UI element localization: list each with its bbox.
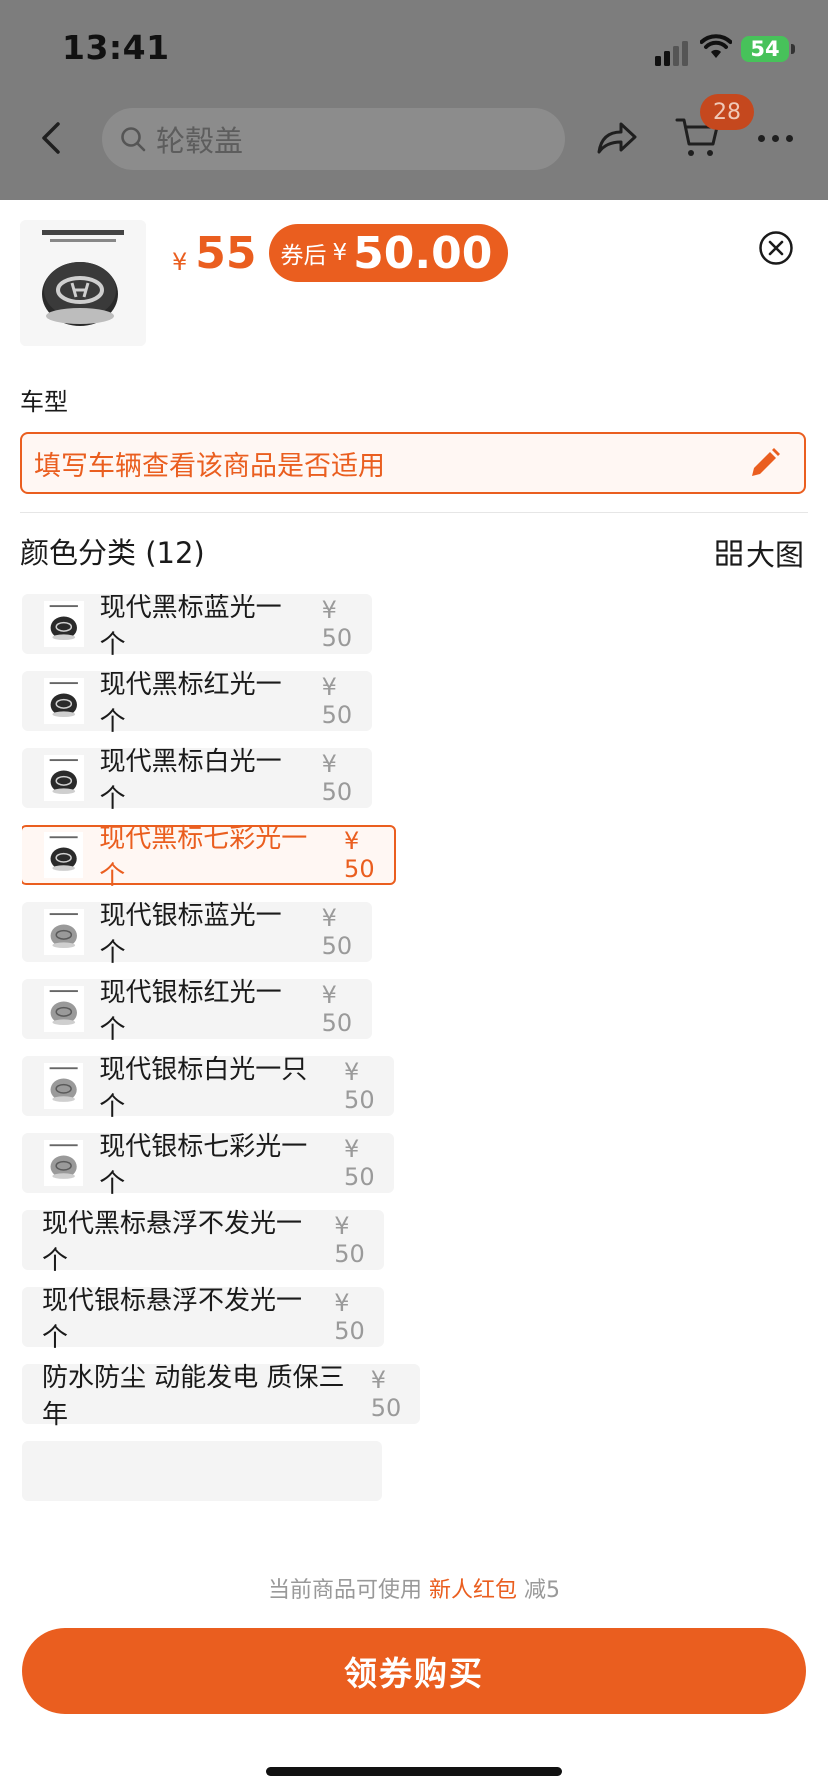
car-model-field[interactable]: 填写车辆查看该商品是否适用 <box>20 432 806 494</box>
option-thumbnail <box>44 909 84 955</box>
share-icon[interactable] <box>595 118 639 158</box>
search-placeholder: 轮毂盖 <box>156 124 244 158</box>
color-option[interactable]: 现代黑标红光一个 ¥ 50 <box>22 670 372 737</box>
big-image-label: 大图 <box>746 538 805 572</box>
battery-tip <box>791 44 795 54</box>
option-thumbnail <box>44 1063 84 1109</box>
color-category-title: 颜色分类 (12) <box>20 536 205 570</box>
back-icon[interactable] <box>32 118 72 158</box>
color-option[interactable]: 现代黑标悬浮不发光一个 ¥ 50 <box>22 1209 384 1276</box>
color-option[interactable]: 现代银标七彩光一个 ¥ 50 <box>22 1132 394 1199</box>
promo-notice: 当前商品可使用 新人红包 减5 <box>0 1572 828 1604</box>
option-thumbnail <box>44 832 84 878</box>
option-thumbnail <box>44 755 84 801</box>
grid-view-icon <box>716 540 742 566</box>
option-thumbnail <box>44 678 84 724</box>
hubcap-image <box>20 220 146 346</box>
search-input[interactable]: 轮毂盖 <box>102 108 565 170</box>
option-price: ¥ 50 <box>334 1289 365 1345</box>
color-option[interactable]: 防水防尘 动能发电 质保三年 ¥ 50 <box>22 1363 420 1430</box>
option-price: ¥ 50 <box>321 596 353 652</box>
option-name: 现代黑标悬浮不发光一个 <box>42 1209 303 1276</box>
divider <box>20 512 808 513</box>
option-name: 现代黑标白光一个 <box>99 747 282 814</box>
option-thumbnail <box>44 1140 84 1186</box>
option-price: ¥ 50 <box>334 1212 365 1268</box>
battery-level: 54 <box>750 37 780 61</box>
color-option-partial[interactable] <box>22 1441 382 1501</box>
option-name: 现代银标白光一只个 <box>99 1055 308 1122</box>
option-price: ¥ 50 <box>344 1058 375 1114</box>
edit-pencil-icon <box>752 448 780 476</box>
option-price: ¥ 50 <box>370 1366 402 1422</box>
option-price: ¥ 50 <box>321 750 353 806</box>
option-price: ¥ 50 <box>344 827 375 883</box>
coupon-label: 券后 <box>280 243 327 269</box>
option-name: 现代银标红光一个 <box>99 978 282 1045</box>
color-option-selected[interactable]: 现代黑标七彩光一个 ¥ 50 <box>22 824 396 891</box>
color-option[interactable]: 现代银标蓝光一个 ¥ 50 <box>22 901 372 968</box>
option-name: 现代银标蓝光一个 <box>99 901 282 968</box>
sku-selector-sheet: ¥ 55 券后 ¥ 50.00 车型 填写车辆查看该商品是否适用 颜色分类 (1… <box>0 200 828 1792</box>
option-name: 现代银标七彩光一个 <box>99 1132 308 1199</box>
product-thumbnail[interactable] <box>20 220 146 346</box>
option-price: ¥ 50 <box>321 673 353 729</box>
status-time: 13:41 <box>62 28 170 67</box>
coupon-price-pill: 券后 ¥ 50.00 <box>268 224 509 282</box>
close-icon[interactable] <box>758 230 794 266</box>
option-thumbnail <box>44 601 84 647</box>
price-row: ¥ 55 券后 ¥ 50.00 <box>172 224 509 282</box>
coupon-price: 50.00 <box>353 227 493 279</box>
claim-coupon-buy-button[interactable]: 领券购买 <box>22 1628 806 1714</box>
color-option[interactable]: 现代黑标蓝光一个 ¥ 50 <box>22 594 372 660</box>
car-model-placeholder: 填写车辆查看该商品是否适用 <box>34 450 385 482</box>
option-price: ¥ 50 <box>321 981 353 1037</box>
top-nav: 轮毂盖 28 <box>0 94 828 200</box>
price-currency: ¥ <box>172 248 188 276</box>
promo-prefix: 当前商品可使用 <box>267 1578 422 1603</box>
option-name: 现代黑标七彩光一个 <box>99 824 308 891</box>
option-name: 现代黑标红光一个 <box>99 670 282 737</box>
more-icon[interactable] <box>758 135 793 142</box>
option-name: 现代黑标蓝光一个 <box>99 594 282 660</box>
search-icon <box>121 127 146 152</box>
option-price: ¥ 50 <box>344 1135 375 1191</box>
color-option[interactable]: 现代银标悬浮不发光一个 ¥ 50 <box>22 1286 384 1353</box>
home-indicator <box>266 1767 562 1776</box>
option-price: ¥ 50 <box>321 904 353 960</box>
big-image-toggle[interactable]: 大图 <box>716 532 804 574</box>
option-name: 现代银标悬浮不发光一个 <box>42 1286 303 1353</box>
car-model-label: 车型 <box>20 388 68 416</box>
color-option[interactable]: 现代银标白光一只个 ¥ 50 <box>22 1055 394 1122</box>
option-name: 防水防尘 动能发电 质保三年 <box>42 1363 345 1430</box>
promo-suffix: 减5 <box>524 1578 561 1603</box>
cellular-signal-icon <box>655 41 688 66</box>
coupon-currency: ¥ <box>332 240 348 266</box>
wifi-icon <box>700 34 732 58</box>
product-price: 55 <box>195 227 257 279</box>
battery-indicator: 54 <box>741 36 789 62</box>
status-bar: 13:41 54 <box>0 0 828 100</box>
cart-count-badge: 28 <box>700 94 754 130</box>
promo-highlight[interactable]: 新人红包 <box>429 1578 517 1603</box>
color-option[interactable]: 现代银标红光一个 ¥ 50 <box>22 978 372 1045</box>
color-option[interactable]: 现代黑标白光一个 ¥ 50 <box>22 747 372 814</box>
option-thumbnail <box>44 986 84 1032</box>
